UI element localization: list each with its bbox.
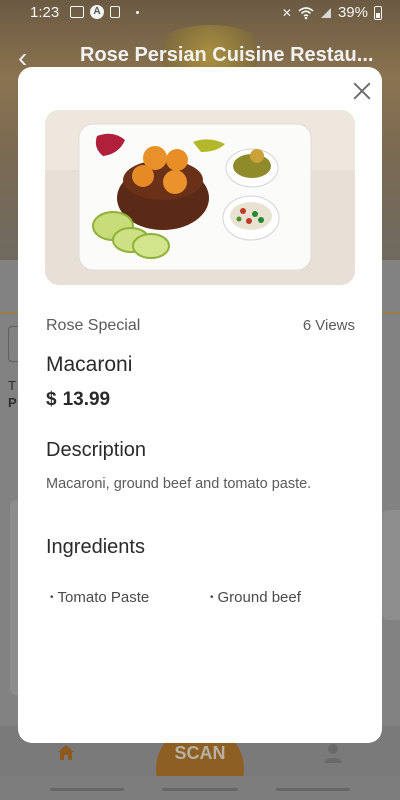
ingredients-list: • Tomato Paste • Ground beef [50,589,301,606]
mute-icon: ✕ [281,5,292,20]
dish-photo [45,110,355,285]
price-value: 13.99 [62,389,111,410]
views-count: 6 Views [303,317,355,335]
profile-icon[interactable] [322,742,344,764]
status-time: 1:23 [30,4,60,21]
app-notification-icon: A [90,5,104,19]
dish-description: Macaroni, ground beef and tomato paste. [46,476,312,492]
dish-category: Rose Special [46,317,141,334]
views-label: Views [315,317,355,334]
status-bar: 1:23 A ✕ 39% [0,0,400,26]
close-icon[interactable] [350,79,374,103]
battery-percent: 39% [337,4,368,21]
partial-text: P [8,395,17,410]
price-currency: $ [46,389,57,410]
more-notifications-icon [136,10,139,14]
signal-icon [320,7,331,18]
clipboard-notification-icon [110,6,120,18]
gesture-bar [0,776,400,800]
dish-name: Macaroni [46,353,133,376]
home-icon[interactable] [56,742,76,762]
battery-icon [374,5,382,20]
ingredient-name: Ground beef [217,589,301,606]
menu-card[interactable] [382,510,400,620]
description-heading: Description [46,439,147,461]
ingredients-heading: Ingredients [46,536,145,558]
dish-price: $ 13.99 [46,389,110,411]
dish-meta-row: Rose Special 6 Views [46,317,355,335]
ingredient-item: • Tomato Paste [50,589,210,606]
restaurant-title: Rose Persian Cuisine Restau... [80,44,374,66]
bullet-icon: • [50,592,54,603]
bullet-icon: • [210,592,214,603]
partial-text: T [8,378,16,393]
gallery-notification-icon [70,6,84,18]
dish-detail-modal: Rose Special 6 Views Macaroni $ 13.99 De… [18,67,382,743]
views-number: 6 [302,317,312,334]
wifi-icon [298,6,314,19]
ingredient-name: Tomato Paste [57,589,150,606]
ingredient-item: • Ground beef [210,589,301,606]
